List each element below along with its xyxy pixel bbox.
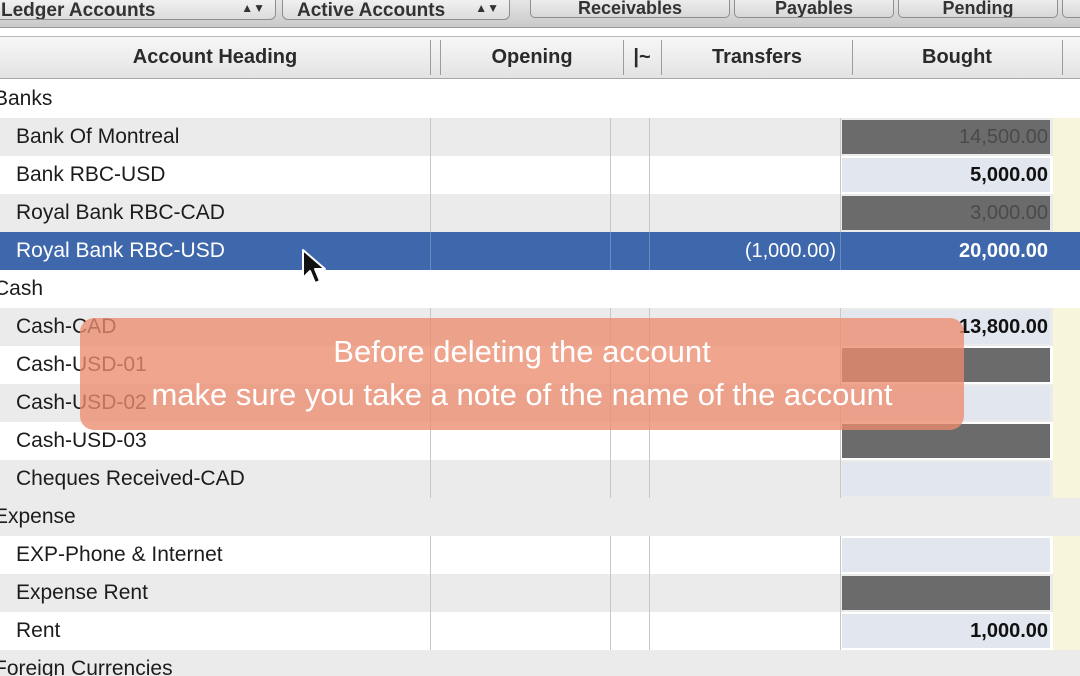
bought-value: 14,500.00 (959, 126, 1048, 148)
bought-cell[interactable]: 14,500.00 (842, 120, 1050, 154)
table-row[interactable]: Royal Bank RBC-CAD 3,000.00 (0, 194, 1080, 232)
bought-value: 13,800.00 (959, 316, 1048, 338)
toolbar: Ledger Accounts ▲▼ Active Accounts ▲▼ Re… (0, 0, 1080, 28)
bought-value: 1,000.00 (970, 620, 1048, 642)
tab-payables[interactable]: Payables (734, 0, 894, 18)
bought-cell[interactable]: 5,000.00 (842, 158, 1050, 192)
table-row-selected[interactable]: Royal Bank RBC-USD (1,000.00) 20,000.00 (0, 232, 1080, 270)
table-row[interactable]: Cheques Received-CAD (0, 460, 1080, 498)
group-label: Banks (0, 87, 53, 110)
account-name: Bank Of Montreal (16, 125, 180, 148)
tab-receivables[interactable]: Receivables (530, 0, 730, 18)
table-group-row[interactable]: Banks (0, 80, 1080, 118)
account-name: Bank RBC-USD (16, 163, 166, 186)
column-opening[interactable]: Opening (441, 37, 623, 78)
table-group-row[interactable]: Expense (0, 498, 1080, 536)
table-row[interactable]: Rent 1,000.00 (0, 612, 1080, 650)
bought-value: 5,000.00 (970, 164, 1048, 186)
bought-cell[interactable]: 1,000.00 (842, 614, 1050, 648)
chevron-updown-icon: ▲▼ (241, 1, 265, 15)
caption-line-2: make sure you take a note of the name of… (151, 377, 893, 412)
bought-cell[interactable] (842, 576, 1050, 610)
bought-cell[interactable]: 20,000.00 (842, 234, 1050, 268)
group-label: Expense (0, 505, 76, 528)
column-header: Account Heading Opening |~ Transfers Bou… (0, 36, 1080, 79)
caption-line-1: Before deleting the account (333, 334, 711, 369)
mouse-pointer-icon (302, 249, 326, 284)
group-label: Foreign Currencies (0, 657, 173, 676)
tab-more[interactable] (1062, 0, 1080, 18)
account-name: Cheques Received-CAD (16, 467, 245, 490)
active-accounts-popup[interactable]: Active Accounts ▲▼ (282, 0, 510, 20)
table-row[interactable]: Bank Of Montreal 14,500.00 (0, 118, 1080, 156)
ledger-accounts-popup-label: Ledger Accounts (1, 0, 156, 20)
tab-pending[interactable]: Pending (898, 0, 1058, 18)
account-name: Royal Bank RBC-CAD (16, 201, 225, 224)
bought-value: 20,000.00 (959, 240, 1048, 262)
column-bought[interactable]: Bought (853, 37, 1061, 78)
bought-cell[interactable] (842, 538, 1050, 572)
group-label: Cash (0, 277, 44, 300)
column-transfers[interactable]: Transfers (662, 37, 852, 78)
chevron-updown-icon: ▲▼ (475, 1, 499, 15)
column-divider[interactable] (430, 40, 431, 75)
table-row[interactable]: Bank RBC-USD 5,000.00 (0, 156, 1080, 194)
bought-cell[interactable]: 3,000.00 (842, 196, 1050, 230)
account-name: EXP-Phone & Internet (16, 543, 223, 566)
ledger-accounts-popup[interactable]: Ledger Accounts ▲▼ (0, 0, 276, 20)
account-name: Rent (16, 619, 61, 642)
account-name: Expense Rent (16, 581, 148, 604)
bought-value: 3,000.00 (970, 202, 1048, 224)
table-row[interactable]: Expense Rent (0, 574, 1080, 612)
column-marker[interactable]: |~ (624, 37, 660, 78)
account-name: Royal Bank RBC-USD (16, 239, 225, 262)
column-divider[interactable] (1062, 40, 1063, 75)
bought-cell[interactable] (842, 462, 1050, 496)
active-accounts-popup-label: Active Accounts (297, 0, 446, 20)
transfers-value: (1,000.00) (744, 240, 836, 262)
table-group-row[interactable]: Foreign Currencies (0, 650, 1080, 676)
table-group-row[interactable]: Cash (0, 270, 1080, 308)
column-account-heading[interactable]: Account Heading (0, 37, 430, 78)
table-row[interactable]: EXP-Phone & Internet (0, 536, 1080, 574)
tutorial-caption: Before deleting the account make sure yo… (80, 318, 964, 430)
